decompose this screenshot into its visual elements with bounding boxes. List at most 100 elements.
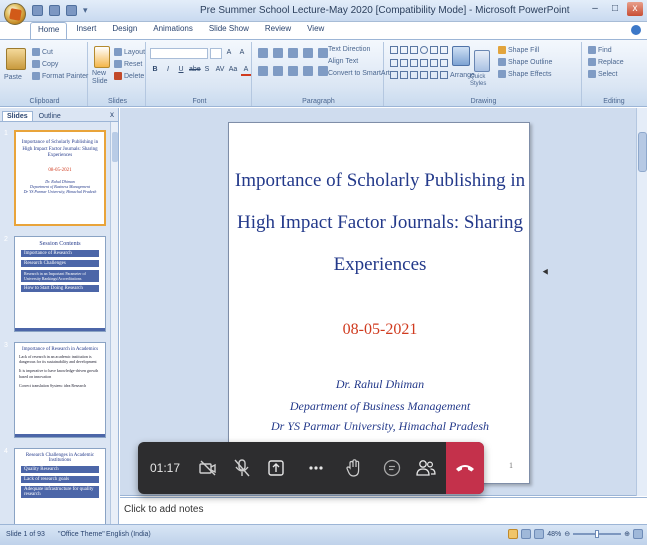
pane-scroll-thumb[interactable] xyxy=(112,132,118,162)
shape-effects-button[interactable]: Shape Effects xyxy=(498,70,551,78)
layout-button[interactable]: Layout xyxy=(114,48,145,56)
notes-pane[interactable]: Click to add notes xyxy=(120,497,647,524)
tab-animations[interactable]: Animations xyxy=(146,22,200,39)
new-slide-button[interactable]: New Slide xyxy=(92,70,114,86)
italic-button[interactable]: I xyxy=(163,66,173,76)
chat-button[interactable] xyxy=(380,455,404,481)
arrange-icon[interactable] xyxy=(452,46,470,66)
justify-icon[interactable] xyxy=(303,66,313,76)
share-screen-button[interactable] xyxy=(264,455,288,481)
thumbnail-author: Dr. Rahul Dhiman xyxy=(45,178,75,184)
language-indicator[interactable]: English (India) xyxy=(106,531,151,538)
effects-icon xyxy=(498,70,506,78)
tab-design[interactable]: Design xyxy=(105,22,144,39)
select-button[interactable]: Select xyxy=(588,70,617,78)
font-color-button[interactable]: A xyxy=(241,66,251,76)
tab-view[interactable]: View xyxy=(300,22,331,39)
quick-styles-icon[interactable] xyxy=(474,50,490,72)
quick-styles-button[interactable]: Quick Styles xyxy=(470,74,492,88)
redo-icon[interactable] xyxy=(66,5,77,16)
office-button[interactable] xyxy=(4,3,26,25)
hang-up-button[interactable] xyxy=(446,442,484,494)
participants-button[interactable] xyxy=(414,455,438,481)
align-text-button[interactable]: Align Text xyxy=(328,58,358,65)
editor-scroll-thumb[interactable] xyxy=(638,132,647,172)
shape-fill-button[interactable]: Shape Fill xyxy=(498,46,539,54)
fit-to-window-icon[interactable] xyxy=(633,529,643,539)
undo-icon[interactable] xyxy=(49,5,60,16)
paste-icon[interactable] xyxy=(6,48,26,70)
zoom-in-icon[interactable]: ⊕ xyxy=(624,530,630,538)
zoom-out-icon[interactable]: ⊖ xyxy=(564,530,570,538)
font-name-combo[interactable] xyxy=(150,48,208,59)
thumbnail-slide-3[interactable]: 3 Importance of Research in Academics La… xyxy=(2,340,108,440)
convert-smartart-button[interactable]: Convert to SmartArt xyxy=(328,70,390,77)
increase-indent-icon[interactable] xyxy=(303,48,313,58)
bold-button[interactable]: B xyxy=(150,66,160,76)
close-button[interactable]: x xyxy=(627,2,643,16)
maximize-button[interactable]: □ xyxy=(607,2,623,16)
reset-button[interactable]: Reset xyxy=(114,60,142,68)
text-direction-button[interactable]: Text Direction xyxy=(328,46,370,53)
mute-button[interactable] xyxy=(230,455,254,481)
normal-view-icon[interactable] xyxy=(508,529,519,539)
shrink-font-button[interactable]: A xyxy=(237,49,247,59)
change-case-button[interactable]: Aa xyxy=(228,66,238,76)
replace-button[interactable]: Replace xyxy=(588,58,624,66)
underline-button[interactable]: U xyxy=(176,66,186,76)
tab-slides[interactable]: Slides xyxy=(2,111,33,121)
slide-show-view-icon[interactable] xyxy=(534,529,545,539)
strikethrough-button[interactable]: abe xyxy=(189,66,201,76)
current-slide[interactable]: Importance of Scholarly Publishing in Hi… xyxy=(228,122,530,484)
save-icon[interactable] xyxy=(32,5,43,16)
align-left-icon[interactable] xyxy=(258,66,268,76)
fill-bucket-icon xyxy=(498,46,506,54)
tab-slide-show[interactable]: Slide Show xyxy=(202,22,256,39)
tab-home[interactable]: Home xyxy=(30,22,68,39)
columns-icon[interactable] xyxy=(318,66,328,76)
pane-close-icon[interactable]: x xyxy=(110,110,114,119)
thumbnail-slide-1[interactable]: 1 Importance of Scholarly Publishing in … xyxy=(2,128,108,228)
quick-access-toolbar: ▾ xyxy=(32,5,88,16)
line-spacing-icon[interactable] xyxy=(318,48,328,58)
shape-outline-button[interactable]: Shape Outline xyxy=(498,58,552,66)
font-size-combo[interactable] xyxy=(210,48,222,59)
paste-button[interactable]: Paste xyxy=(4,74,22,81)
zoom-level[interactable]: 48% xyxy=(547,531,561,538)
zoom-slider-handle[interactable] xyxy=(595,530,600,538)
cut-button[interactable]: Cut xyxy=(32,48,53,56)
shapes-gallery[interactable] xyxy=(390,46,448,82)
grow-font-button[interactable]: A xyxy=(224,49,234,59)
editor-scrollbar[interactable] xyxy=(636,108,647,496)
format-painter-button[interactable]: Format Painter xyxy=(32,72,88,80)
align-center-icon[interactable] xyxy=(273,66,283,76)
tab-insert[interactable]: Insert xyxy=(69,22,103,39)
find-button[interactable]: Find xyxy=(588,46,612,54)
zoom-slider[interactable] xyxy=(573,530,622,538)
pane-scrollbar[interactable] xyxy=(110,122,118,524)
decrease-indent-icon[interactable] xyxy=(288,48,298,58)
character-spacing-button[interactable]: AV xyxy=(215,66,225,76)
text-shadow-button[interactable]: S xyxy=(202,66,212,76)
thumbnail-box: Lack of research goals xyxy=(21,476,99,483)
align-right-icon[interactable] xyxy=(288,66,298,76)
tab-outline[interactable]: Outline xyxy=(35,112,65,121)
delete-button[interactable]: Delete xyxy=(114,72,144,80)
tab-review[interactable]: Review xyxy=(258,22,298,39)
bullets-icon[interactable] xyxy=(258,48,268,58)
more-options-button[interactable] xyxy=(304,455,328,481)
delete-icon xyxy=(114,72,122,80)
slide-title[interactable]: Importance of Scholarly Publishing in Hi… xyxy=(229,160,531,286)
thumbnail-slide-4[interactable]: 4 Research Challenges in Academic Instit… xyxy=(2,446,108,524)
window-controls: – □ x xyxy=(587,2,643,16)
numbering-icon[interactable] xyxy=(273,48,283,58)
minimize-button[interactable]: – xyxy=(587,2,603,16)
copy-button[interactable]: Copy xyxy=(32,60,58,68)
raise-hand-button[interactable] xyxy=(342,455,366,481)
customize-qat-icon[interactable]: ▾ xyxy=(83,5,88,16)
camera-off-button[interactable] xyxy=(196,455,220,481)
thumbnail-slide-2[interactable]: 2 Session Contents Importance of Researc… xyxy=(2,234,108,334)
help-icon[interactable] xyxy=(631,25,641,35)
new-slide-icon[interactable] xyxy=(94,46,110,68)
slide-sorter-view-icon[interactable] xyxy=(521,529,532,539)
